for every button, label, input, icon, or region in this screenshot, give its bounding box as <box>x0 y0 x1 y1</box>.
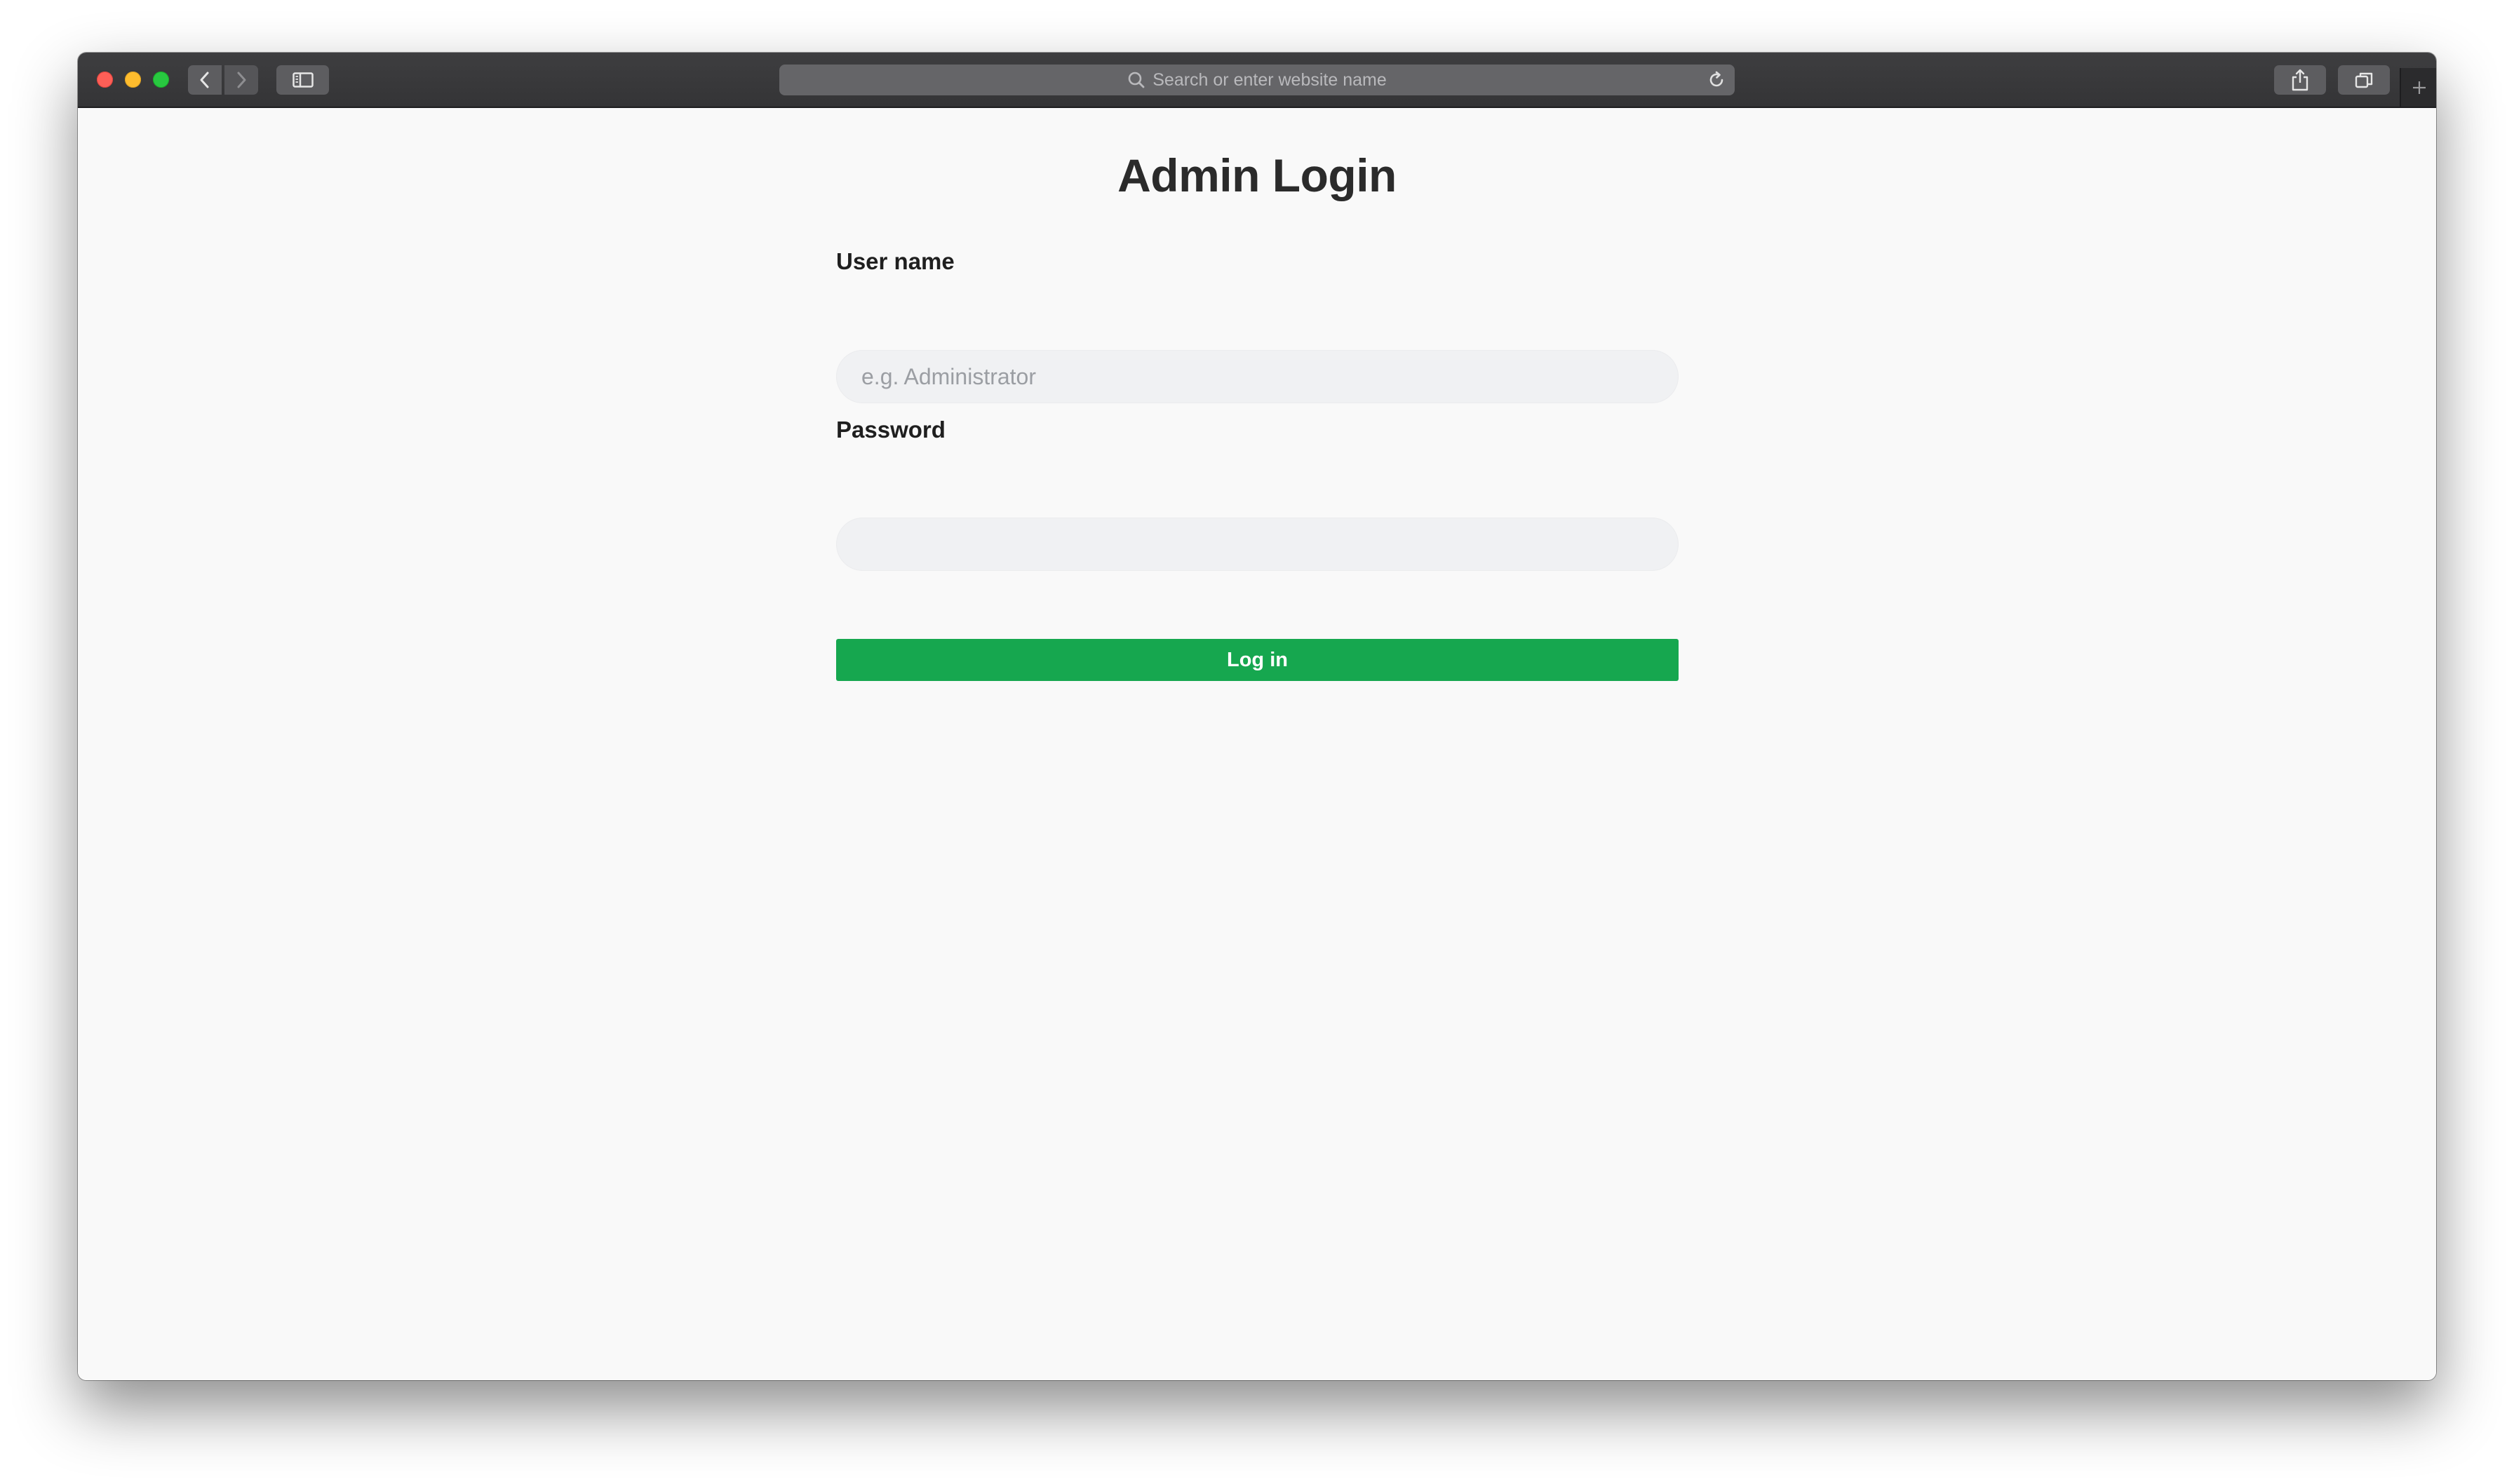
new-tab-button[interactable] <box>2400 68 2436 107</box>
minimize-window-button[interactable] <box>125 72 141 88</box>
tabs-overview-icon <box>2355 72 2373 88</box>
username-input[interactable] <box>836 350 1679 403</box>
address-bar-content: Search or enter website name <box>779 65 1735 95</box>
address-placeholder: Search or enter website name <box>1152 69 1387 90</box>
password-input[interactable] <box>836 518 1679 571</box>
forward-button[interactable] <box>224 65 258 95</box>
back-arrow-icon <box>200 72 209 88</box>
address-bar[interactable]: Search or enter website name <box>779 65 1735 95</box>
share-button[interactable] <box>2274 65 2326 95</box>
maximize-window-button[interactable] <box>153 72 169 88</box>
search-icon <box>1128 72 1145 88</box>
page-title: Admin Login <box>1117 149 1397 201</box>
password-label: Password <box>836 417 946 443</box>
forward-arrow-icon <box>237 72 246 88</box>
username-label: User name <box>836 248 955 274</box>
page-content: Admin Login User name Password Log in <box>78 108 2436 1380</box>
back-button[interactable] <box>188 65 222 95</box>
tab-overview-button[interactable] <box>2338 65 2390 95</box>
browser-toolbar: Search or enter website name <box>78 53 2436 108</box>
close-window-button[interactable] <box>97 72 113 88</box>
reload-icon[interactable] <box>1707 70 1726 90</box>
sidebar-toggle-button[interactable] <box>276 65 329 95</box>
browser-window: Search or enter website name Admin Login… <box>78 53 2436 1380</box>
share-icon <box>2292 69 2308 91</box>
sidebar-icon <box>292 72 314 88</box>
plus-icon <box>2413 81 2426 94</box>
login-button[interactable]: Log in <box>836 639 1679 681</box>
